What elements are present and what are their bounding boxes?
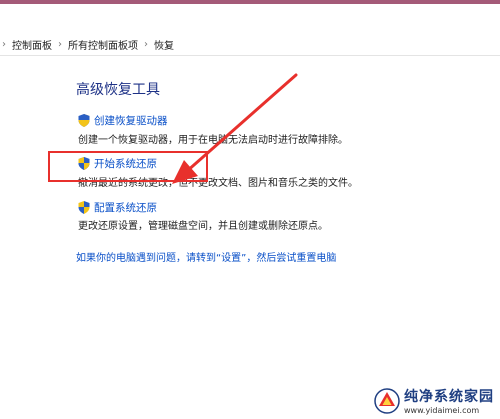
- configure-system-restore-link[interactable]: 配置系统还原: [78, 200, 157, 215]
- title-bar: [0, 4, 500, 32]
- reset-pc-help-link[interactable]: 如果你的电脑遇到问题，请转到“设置”，然后尝试重置电脑: [76, 249, 336, 264]
- breadcrumb-recovery[interactable]: 恢复: [154, 37, 174, 52]
- breadcrumb-all-control-panel-items[interactable]: 所有控制面板项: [68, 37, 138, 52]
- create-recovery-drive-description: 创建一个恢复驱动器，用于在电脑无法启动时进行故障排除。: [78, 135, 348, 146]
- site-watermark: 纯净系统家园 www.yidaimei.com: [374, 386, 494, 415]
- create-recovery-drive-link[interactable]: 创建恢复驱动器: [78, 113, 168, 128]
- watermark-logo-icon: [374, 387, 400, 414]
- address-bar[interactable]: › 控制面板 › 所有控制面板项 › 恢复: [0, 32, 500, 56]
- watermark-title: 纯净系统家园: [404, 389, 494, 405]
- breadcrumb-control-panel[interactable]: 控制面板: [12, 37, 52, 52]
- breadcrumb: › 控制面板 › 所有控制面板项 › 恢复: [0, 36, 174, 52]
- create-recovery-drive-label: 创建恢复驱动器: [94, 115, 168, 127]
- breadcrumb-separator: ›: [58, 38, 62, 50]
- shield-icon: [78, 201, 90, 214]
- breadcrumb-separator: ›: [2, 38, 6, 50]
- breadcrumb-separator: ›: [144, 38, 148, 50]
- shield-icon: [78, 114, 90, 127]
- configure-system-restore-label: 配置系统还原: [94, 202, 157, 214]
- recovery-main-panel: 高级恢复工具 创建恢复驱动器 创建一个恢复驱动器，用于在电脑无法启动时进行故障排…: [0, 56, 500, 419]
- highlight-box: [48, 151, 208, 182]
- configure-system-restore-description: 更改还原设置，管理磁盘空间，并且创建或删除还原点。: [78, 221, 328, 232]
- page-title: 高级恢复工具: [76, 82, 160, 98]
- watermark-url: www.yidaimei.com: [404, 406, 480, 415]
